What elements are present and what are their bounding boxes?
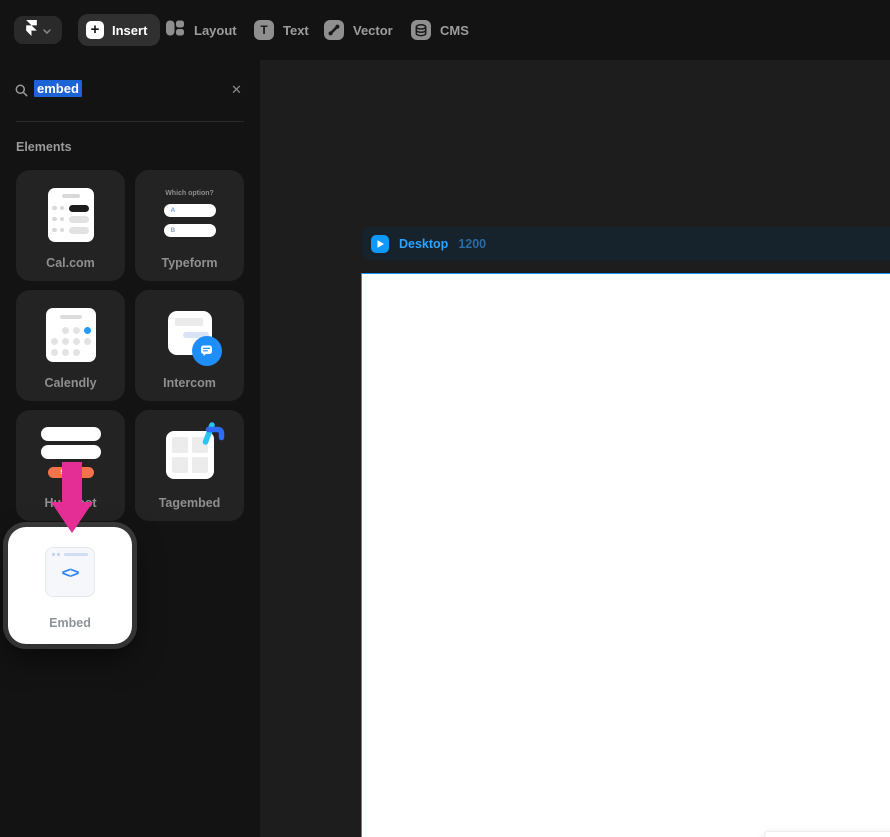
canvas-area[interactable]: Desktop 1200 [260, 60, 890, 837]
embed-browser-icon: <> [45, 547, 95, 597]
text-tool-label: Text [283, 23, 309, 38]
tagembed-logo-icon [195, 422, 225, 452]
tagembed-icon [166, 431, 214, 479]
calcom-icon [48, 188, 94, 242]
page-element[interactable] [764, 831, 890, 837]
chat-bubble-icon [192, 336, 222, 366]
layout-tool-label: Layout [194, 23, 237, 38]
element-label: Typeform [135, 256, 244, 270]
play-icon[interactable] [371, 235, 389, 253]
element-label: Embed [8, 616, 132, 630]
divider [16, 121, 244, 122]
element-label: Calendly [16, 376, 125, 390]
code-brackets-icon: <> [46, 565, 94, 583]
search-icon [15, 84, 28, 102]
breakpoint-name: Desktop [399, 237, 448, 251]
element-card-typeform[interactable]: Which option? A B Typeform [135, 170, 244, 281]
intercom-icon [168, 311, 212, 355]
element-card-calendly[interactable]: Calendly [16, 290, 125, 401]
elements-grid: Cal.com Which option? A B Typeform Calen… [16, 170, 244, 521]
insert-panel: embed ✕ Elements Cal.com Which option? A… [0, 60, 260, 837]
text-tool-icon: T [254, 20, 274, 40]
database-icon [411, 20, 431, 40]
element-card-calcom[interactable]: Cal.com [16, 170, 125, 281]
element-label: Tagembed [135, 496, 244, 510]
calendly-icon [46, 308, 96, 362]
layout-tool-button[interactable]: Layout [165, 20, 237, 40]
search-input[interactable]: embed [34, 81, 82, 101]
element-card-tagembed[interactable]: Tagembed [135, 410, 244, 521]
element-label: Intercom [135, 376, 244, 390]
insert-button-label: Insert [112, 23, 147, 38]
framer-logo-icon [26, 20, 37, 41]
plus-icon: + [86, 21, 104, 39]
submit-pill: Submit [48, 467, 94, 478]
breakpoint-width: 1200 [458, 237, 486, 251]
chevron-down-icon [43, 21, 51, 39]
cms-tool-button[interactable]: CMS [411, 20, 469, 40]
search-selected-text: embed [34, 80, 82, 97]
top-toolbar: + Insert Layout T Text Vector [0, 0, 890, 60]
element-label: Cal.com [16, 256, 125, 270]
element-card-intercom[interactable]: Intercom [135, 290, 244, 401]
typeform-icon: Which option? A B [164, 190, 216, 237]
framer-menu-button[interactable] [14, 16, 62, 44]
vector-tool-button[interactable]: Vector [324, 20, 393, 40]
element-label: HubSpot [16, 496, 125, 510]
desktop-frame[interactable] [361, 273, 890, 837]
text-tool-button[interactable]: T Text [254, 20, 309, 40]
insert-button[interactable]: + Insert [78, 14, 160, 46]
element-card-embed-dragging[interactable]: <> Embed [8, 527, 132, 644]
cms-tool-label: CMS [440, 23, 469, 38]
elements-section-title: Elements [16, 140, 72, 154]
breakpoint-bar[interactable]: Desktop 1200 [362, 227, 890, 260]
clear-search-button[interactable]: ✕ [231, 82, 242, 98]
element-card-hubspot[interactable]: Submit HubSpot [16, 410, 125, 521]
hubspot-form-icon: Submit [41, 427, 101, 478]
vector-pen-icon [324, 20, 344, 40]
vector-tool-label: Vector [353, 23, 393, 38]
layout-icon [165, 18, 185, 43]
